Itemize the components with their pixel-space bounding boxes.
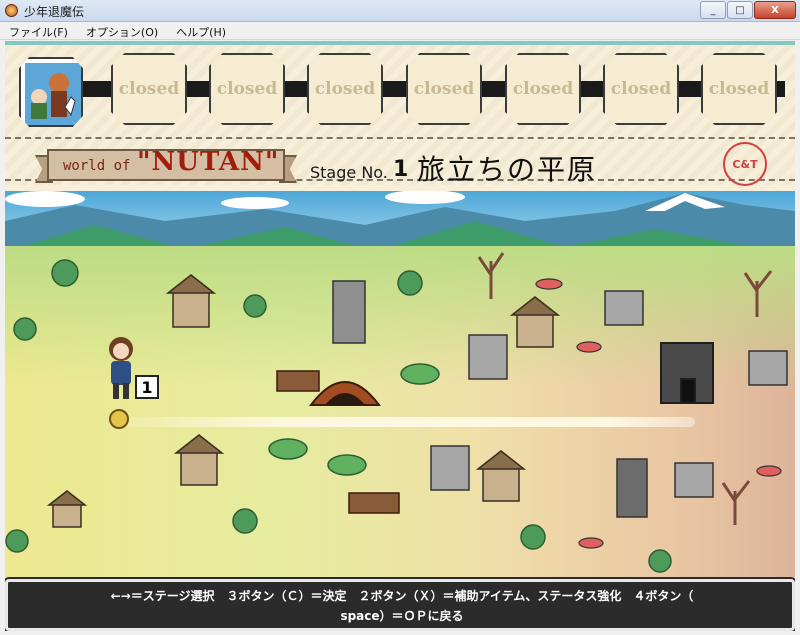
stage-card-label: closed: [610, 79, 672, 99]
stage-card-2[interactable]: closed: [209, 53, 285, 125]
portrait-image: [25, 63, 81, 125]
world-prefix: world of: [63, 158, 131, 174]
header-divider: [5, 137, 795, 139]
help-line-1: ←→＝ステージ選択 ３ボタン（Ｃ）＝決定 ２ボタン（Ｘ）＝補助アイテム、ステータ…: [110, 589, 694, 603]
game-canvas[interactable]: closed closed closed closed closed close…: [5, 41, 795, 631]
minimize-button[interactable]: _: [700, 1, 726, 19]
player-character-icon[interactable]: [101, 333, 141, 405]
stage-card-5[interactable]: closed: [505, 53, 581, 125]
stage-card-3[interactable]: closed: [307, 53, 383, 125]
window-title: 少年退魔伝: [24, 5, 85, 19]
help-line-2: space）＝ＯＰに戻る: [340, 609, 464, 623]
stage-title: 旅立ちの平原: [417, 153, 598, 186]
window-controls: _ □ X: [699, 1, 796, 19]
stage-card-label: closed: [413, 79, 475, 99]
world-map[interactable]: 1: [5, 191, 795, 577]
menu-file[interactable]: ファイル(F): [0, 22, 77, 39]
stage-card-label: closed: [512, 79, 574, 99]
stage-strip: closed closed closed closed closed close…: [15, 51, 785, 129]
menu-help[interactable]: ヘルプ(H): [167, 22, 235, 39]
title-bar[interactable]: 少年退魔伝 _ □ X: [0, 0, 800, 22]
stage-card-label: closed: [216, 79, 278, 99]
stage-path: [125, 417, 695, 427]
menu-options[interactable]: オプション(O): [77, 22, 167, 39]
stage-node-1[interactable]: [109, 409, 129, 429]
stage-card-1[interactable]: closed: [111, 53, 187, 125]
menu-bar: ファイル(F) オプション(O) ヘルプ(H): [0, 22, 800, 40]
close-button[interactable]: X: [754, 1, 796, 19]
maximize-button[interactable]: □: [727, 1, 753, 19]
character-portrait[interactable]: [19, 57, 83, 127]
stage-label: Stage No.: [310, 163, 388, 182]
stage-number: 1: [393, 157, 409, 182]
logo-stamp: C&T: [723, 142, 767, 186]
stage-card-4[interactable]: closed: [406, 53, 482, 125]
stage-card-7[interactable]: closed: [701, 53, 777, 125]
world-name: "NUTAN": [137, 147, 280, 177]
controls-help-text: ←→＝ステージ選択 ３ボタン（Ｃ）＝決定 ２ボタン（Ｘ）＝補助アイテム、ステータ…: [22, 586, 782, 626]
stage-card-label: closed: [708, 79, 770, 99]
world-ribbon: world of "NUTAN": [35, 145, 297, 185]
portrait-art-icon: [25, 63, 81, 125]
stage-card-label: closed: [118, 79, 180, 99]
app-icon: [5, 4, 18, 17]
stage-card-6[interactable]: closed: [603, 53, 679, 125]
stage-header: closed closed closed closed closed close…: [5, 41, 795, 191]
controls-help-panel: ←→＝ステージ選択 ３ボタン（Ｃ）＝決定 ２ボタン（Ｘ）＝補助アイテム、ステータ…: [5, 577, 795, 631]
stage-card-label: closed: [314, 79, 376, 99]
